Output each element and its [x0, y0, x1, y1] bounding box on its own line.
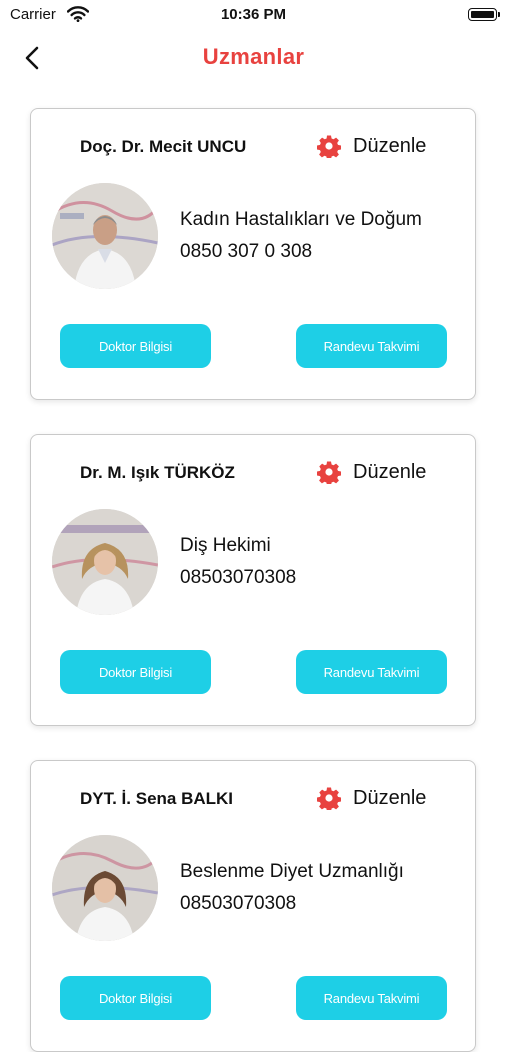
- edit-button[interactable]: Düzenle: [317, 131, 426, 161]
- expert-phone: 08503070308: [180, 567, 297, 588]
- edit-button[interactable]: Düzenle: [317, 783, 426, 813]
- gear-icon: [317, 787, 341, 810]
- expert-card: DYT. İ. Sena BALKI Düzenle Beslenme Diye…: [30, 760, 476, 1052]
- expert-name: Dr. M. Işık TÜRKÖZ: [80, 463, 235, 482]
- edit-label: Düzenle: [353, 786, 427, 809]
- appointment-calendar-button[interactable]: Randevu Takvimi: [296, 976, 447, 1020]
- expert-list: Doç. Dr. Mecit UNCU Düzenle Kadın Hastal…: [0, 0, 507, 1052]
- doctor-photo-female: [52, 509, 158, 615]
- expert-specialty: Kadın Hastalıkları ve Doğum: [180, 209, 422, 230]
- doctor-avatar: [52, 835, 158, 941]
- expert-specialty: Diş Hekimi: [180, 535, 271, 556]
- doctor-info-button[interactable]: Doktor Bilgisi: [60, 650, 211, 694]
- gear-icon: [317, 135, 341, 158]
- edit-label: Düzenle: [353, 460, 427, 483]
- edit-label: Düzenle: [353, 134, 427, 157]
- appointment-calendar-button[interactable]: Randevu Takvimi: [296, 324, 447, 368]
- doctor-photo-female: [52, 835, 158, 941]
- doctor-avatar: [52, 509, 158, 615]
- expert-phone: 08503070308: [180, 893, 297, 914]
- doctor-avatar: [52, 183, 158, 289]
- doctor-info-button[interactable]: Doktor Bilgisi: [60, 976, 211, 1020]
- doctor-info-button[interactable]: Doktor Bilgisi: [60, 324, 211, 368]
- expert-name: Doç. Dr. Mecit UNCU: [80, 137, 247, 156]
- expert-specialty: Beslenme Diyet Uzmanlığı: [180, 861, 404, 882]
- expert-card: Dr. M. Işık TÜRKÖZ Düzenle Diş Hekimi 08…: [30, 434, 476, 726]
- edit-button[interactable]: Düzenle: [317, 457, 426, 487]
- expert-card: Doç. Dr. Mecit UNCU Düzenle Kadın Hastal…: [30, 108, 476, 400]
- gear-icon: [317, 461, 341, 484]
- expert-phone: 0850 307 0 308: [180, 241, 313, 262]
- expert-name: DYT. İ. Sena BALKI: [80, 789, 234, 808]
- appointment-calendar-button[interactable]: Randevu Takvimi: [296, 650, 447, 694]
- doctor-photo-male: [52, 183, 158, 289]
